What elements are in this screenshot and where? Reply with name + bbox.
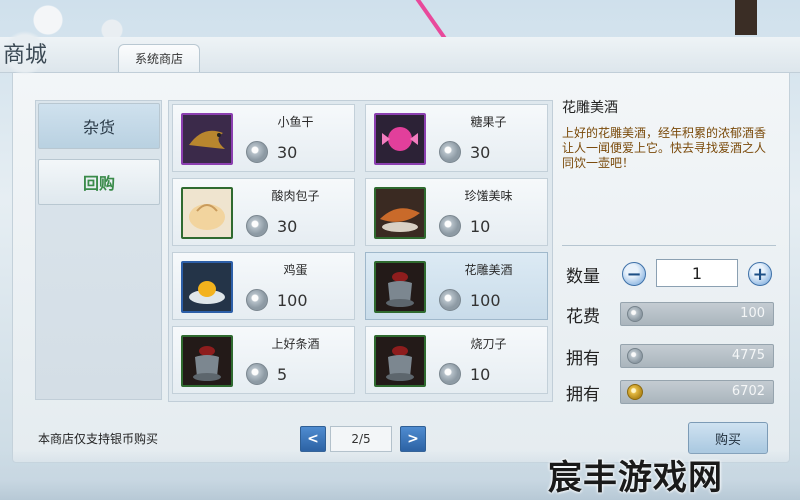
- shop-logo: 商城: [0, 30, 50, 76]
- prev-page-button[interactable]: <: [300, 426, 326, 452]
- silver-coin-icon: [246, 363, 268, 385]
- silver-coin-icon: [439, 289, 461, 311]
- silver-coin-icon: [627, 306, 643, 322]
- item-price: 10: [470, 217, 491, 236]
- tab-system-shop[interactable]: 系统商店: [118, 44, 200, 72]
- item-name: 酸肉包子: [271, 189, 320, 203]
- owned-gold-label: 拥有: [566, 385, 600, 405]
- detail-divider: [562, 240, 776, 246]
- wine-jar-icon: [181, 335, 233, 387]
- cost-label: 花费: [566, 307, 600, 327]
- item-slot-shaodaozi[interactable]: 烧刀子 10: [365, 326, 548, 394]
- item-price: 30: [470, 143, 491, 162]
- item-price: 100: [470, 291, 501, 310]
- egg-icon: [181, 261, 233, 313]
- cost-value: 100: [740, 306, 765, 321]
- bun-icon: [181, 187, 233, 239]
- item-grid: 小鱼干 30 糖果子 30 酸肉包子 30 珍馐美味 10 鸡蛋 100 花雕美…: [168, 100, 553, 402]
- item-price: 5: [277, 365, 288, 384]
- silver-coin-icon: [439, 141, 461, 163]
- silver-coin-icon: [246, 215, 268, 237]
- wine-jar-icon: [374, 335, 426, 387]
- item-slot-delicacy[interactable]: 珍馐美味 10: [365, 178, 548, 246]
- background-post: [735, 0, 757, 35]
- cost-bar: 100: [620, 302, 774, 326]
- item-slot-huadiao-wine[interactable]: 花雕美酒 100: [365, 252, 548, 320]
- quantity-label: 数量: [566, 267, 600, 287]
- dried-fish-icon: [181, 113, 233, 165]
- item-name: 鸡蛋: [283, 263, 308, 277]
- item-name: 烧刀子: [470, 337, 507, 351]
- shop-note: 本商店仅支持银币购买: [38, 432, 159, 446]
- category-buyback[interactable]: 回购: [38, 159, 160, 205]
- silver-coin-icon: [439, 215, 461, 237]
- gold-coin-icon: [627, 384, 643, 400]
- item-price: 10: [470, 365, 491, 384]
- item-slot-candy[interactable]: 糖果子 30: [365, 104, 548, 172]
- silver-coin-icon: [246, 289, 268, 311]
- silver-coin-icon: [439, 363, 461, 385]
- quantity-plus-button[interactable]: +: [748, 262, 772, 286]
- owned-silver-bar: 4775: [620, 344, 774, 368]
- item-name: 花雕美酒: [464, 263, 513, 277]
- item-slot-egg[interactable]: 鸡蛋 100: [172, 252, 355, 320]
- item-name: 糖果子: [470, 115, 507, 129]
- next-page-button[interactable]: >: [400, 426, 426, 452]
- category-general-goods[interactable]: 杂货: [38, 103, 160, 149]
- item-name: 珍馐美味: [464, 189, 513, 203]
- item-price: 30: [277, 217, 298, 236]
- owned-silver-value: 4775: [731, 348, 765, 363]
- detail-title: 花雕美酒: [562, 100, 618, 116]
- page-indicator: 2/5: [330, 426, 392, 452]
- item-name: 上好条酒: [271, 337, 320, 351]
- item-price: 30: [277, 143, 298, 162]
- item-slot-bun[interactable]: 酸肉包子 30: [172, 178, 355, 246]
- owned-gold-bar: 6702: [620, 380, 774, 404]
- silver-coin-icon: [246, 141, 268, 163]
- owned-gold-value: 6702: [731, 384, 765, 399]
- quantity-minus-button[interactable]: −: [622, 262, 646, 286]
- item-name: 小鱼干: [277, 115, 314, 129]
- item-price: 100: [277, 291, 308, 310]
- item-slot-fine-wine[interactable]: 上好条酒 5: [172, 326, 355, 394]
- candy-icon: [374, 113, 426, 165]
- quantity-input[interactable]: [656, 259, 738, 287]
- wine-jar-icon: [374, 261, 426, 313]
- item-slot-dried-fish[interactable]: 小鱼干 30: [172, 104, 355, 172]
- detail-description: 上好的花雕美酒，经年积累的浓郁酒香让人一闻便爱上它。快去寻找爱酒之人同饮一壶吧！: [562, 126, 767, 170]
- site-watermark: 宸丰游戏网: [548, 458, 723, 498]
- owned-silver-label: 拥有: [566, 349, 600, 369]
- grilled-fish-icon: [374, 187, 426, 239]
- silver-coin-icon: [627, 348, 643, 364]
